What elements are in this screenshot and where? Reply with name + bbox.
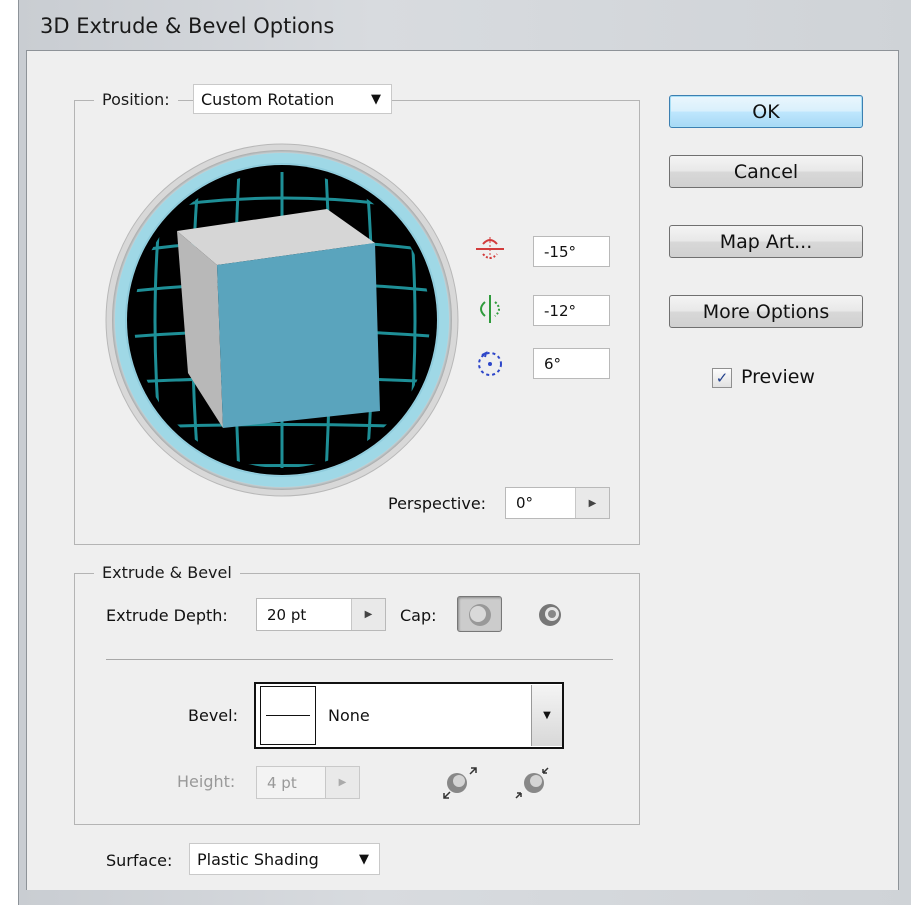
preview-label[interactable]: Preview <box>741 366 815 388</box>
rotate-x-icon <box>476 237 504 261</box>
chevron-down-icon: ▼ <box>371 91 381 107</box>
surface-label: Surface: <box>106 851 173 870</box>
rotate-x-value: -15° <box>544 242 576 261</box>
surface-dropdown[interactable]: Plastic Shading ▼ <box>189 843 380 875</box>
rotate-z-field[interactable]: 6° <box>533 348 610 379</box>
height-label: Height: <box>177 772 236 791</box>
bevel-preview-icon <box>260 686 316 745</box>
extrude-depth-label: Extrude Depth: <box>106 606 228 625</box>
bevel-dropdown[interactable]: None ▼ <box>254 682 564 749</box>
extrude-bevel-legend: Extrude & Bevel <box>94 562 240 584</box>
rotate-y-icon <box>480 295 500 323</box>
rotate-y-field[interactable]: -12° <box>533 295 610 326</box>
cap-label: Cap: <box>400 606 437 625</box>
rotate-z-value: 6° <box>544 354 562 373</box>
perspective-field[interactable]: 0° ▶ <box>505 487 610 519</box>
chevron-right-icon: ▶ <box>325 767 359 798</box>
rotate-y-value: -12° <box>544 301 576 320</box>
extrude-depth-field[interactable]: 20 pt ▶ <box>256 598 386 631</box>
position-label: Position: <box>94 89 178 111</box>
height-value: 4 pt <box>267 773 297 792</box>
ok-button[interactable]: OK <box>669 95 863 128</box>
checkbox-check-icon: ✓ <box>715 368 729 387</box>
surface-dropdown-value: Plastic Shading <box>197 849 319 869</box>
preview-checkbox[interactable]: ✓ <box>712 368 732 388</box>
track-cube[interactable] <box>105 143 460 498</box>
chevron-down-icon: ▼ <box>531 685 562 746</box>
position-dropdown[interactable]: Custom Rotation ▼ <box>193 84 392 114</box>
chevron-right-icon[interactable]: ▶ <box>351 599 385 630</box>
rotate-x-field[interactable]: -15° <box>533 236 610 267</box>
bevel-label: Bevel: <box>188 706 238 725</box>
cap-off-icon[interactable] <box>532 597 568 633</box>
window-title: 3D Extrude & Bevel Options <box>40 14 335 38</box>
perspective-value: 0° <box>516 494 534 512</box>
bevel-in-icon[interactable] <box>510 763 554 803</box>
map-art-button[interactable]: Map Art... <box>669 225 863 258</box>
bevel-value: None <box>328 706 370 725</box>
chevron-right-icon[interactable]: ▶ <box>575 488 609 518</box>
chevron-down-icon: ▼ <box>359 851 369 867</box>
height-field: 4 pt ▶ <box>256 766 360 799</box>
extrude-depth-value: 20 pt <box>267 605 307 624</box>
bevel-out-icon[interactable] <box>438 763 482 803</box>
cancel-button[interactable]: Cancel <box>669 155 863 188</box>
cap-on-icon <box>469 604 491 626</box>
perspective-label: Perspective: <box>388 494 487 513</box>
cap-on-button[interactable] <box>457 596 502 632</box>
rotate-z-icon <box>478 351 502 376</box>
more-options-button[interactable]: More Options <box>669 295 863 328</box>
group-divider <box>106 659 613 660</box>
position-dropdown-value: Custom Rotation <box>201 89 335 109</box>
